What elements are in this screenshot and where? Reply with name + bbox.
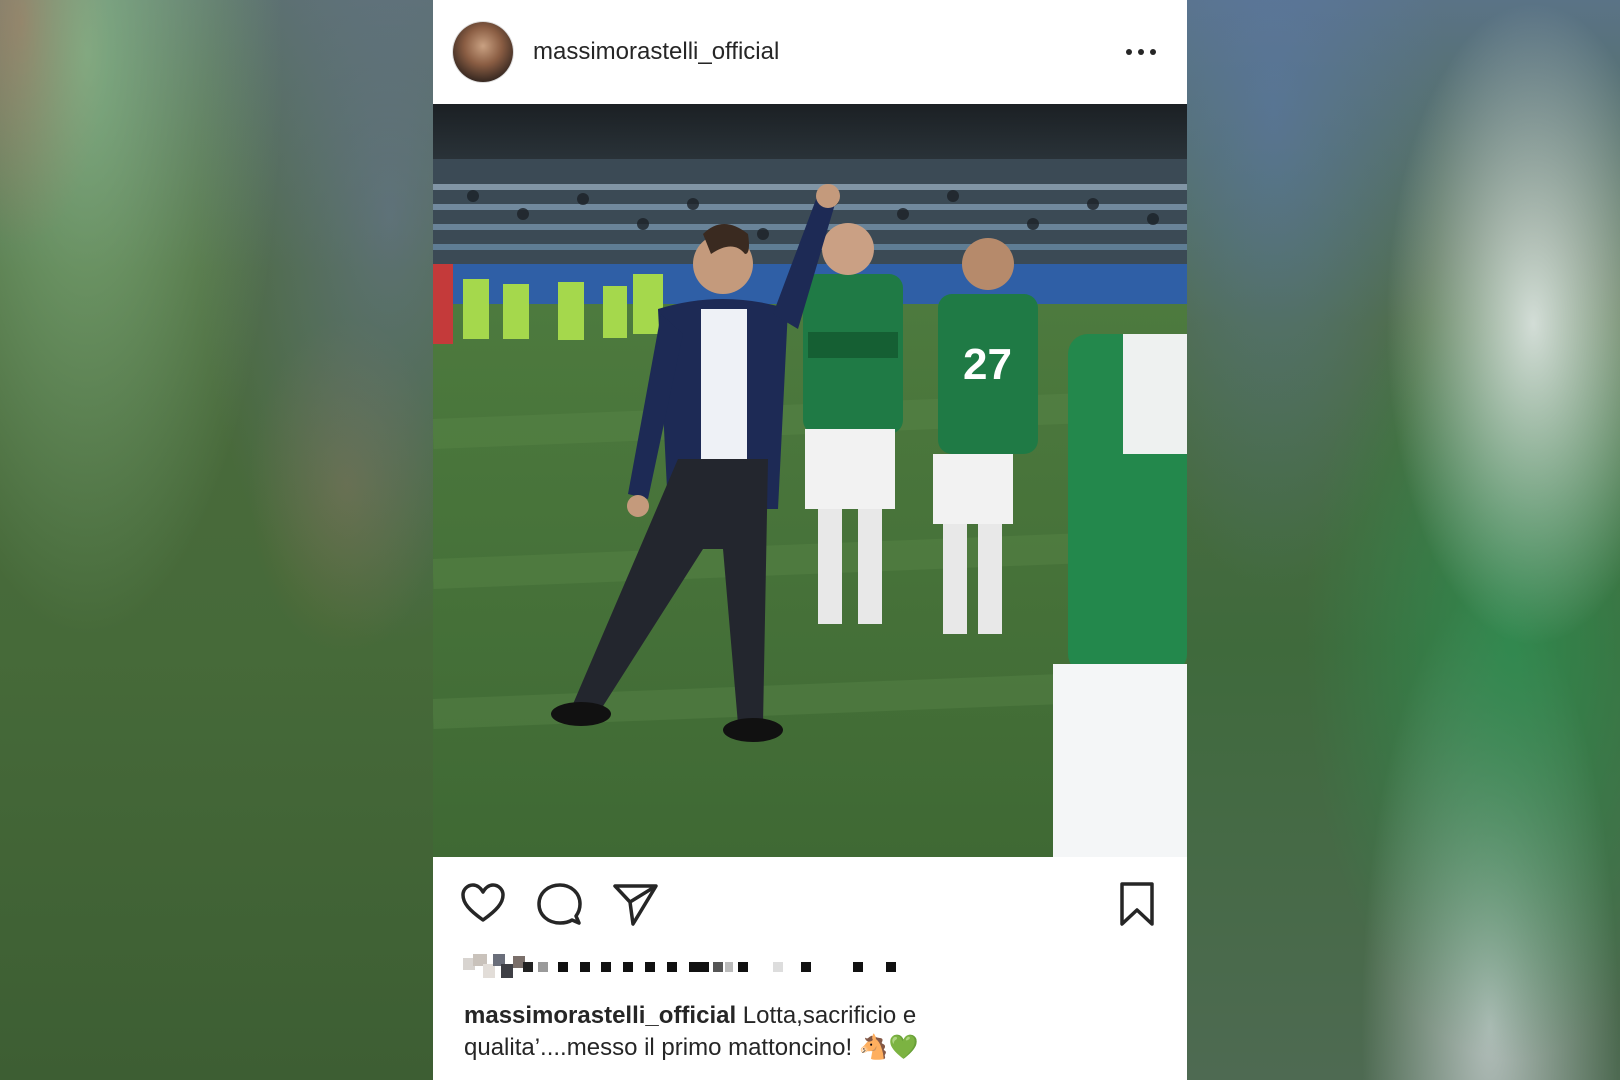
post-photo[interactable]: 27 bbox=[433, 104, 1187, 857]
send-icon[interactable] bbox=[611, 880, 659, 928]
more-horizontal-icon[interactable] bbox=[1121, 34, 1161, 70]
post-photo-illustration: 27 bbox=[433, 104, 1187, 857]
post-username[interactable]: massimorastelli_official bbox=[533, 38, 779, 66]
svg-text:27: 27 bbox=[963, 340, 1012, 389]
caption-line1: Lotta,sacrificio e bbox=[742, 1002, 917, 1029]
post-header: massimorastelli_official bbox=[433, 0, 1187, 104]
heart-icon[interactable] bbox=[459, 880, 507, 928]
post-actions bbox=[433, 870, 1187, 938]
blurred-background-left bbox=[0, 0, 433, 1080]
avatar[interactable] bbox=[453, 22, 513, 82]
bookmark-icon[interactable] bbox=[1113, 880, 1161, 928]
comment-icon[interactable] bbox=[535, 880, 583, 928]
instagram-post: massimorastelli_official 27 massimoraste… bbox=[433, 0, 1187, 1080]
caption-line2: qualita’....messo il primo mattoncino! 🐴… bbox=[464, 1034, 919, 1061]
post-caption: massimorastelli_official Lotta,sacrifici… bbox=[464, 1000, 1154, 1064]
caption-username[interactable]: massimorastelli_official bbox=[464, 1002, 736, 1029]
blurred-background-right bbox=[1187, 0, 1620, 1080]
likes-pixelated bbox=[463, 952, 963, 980]
